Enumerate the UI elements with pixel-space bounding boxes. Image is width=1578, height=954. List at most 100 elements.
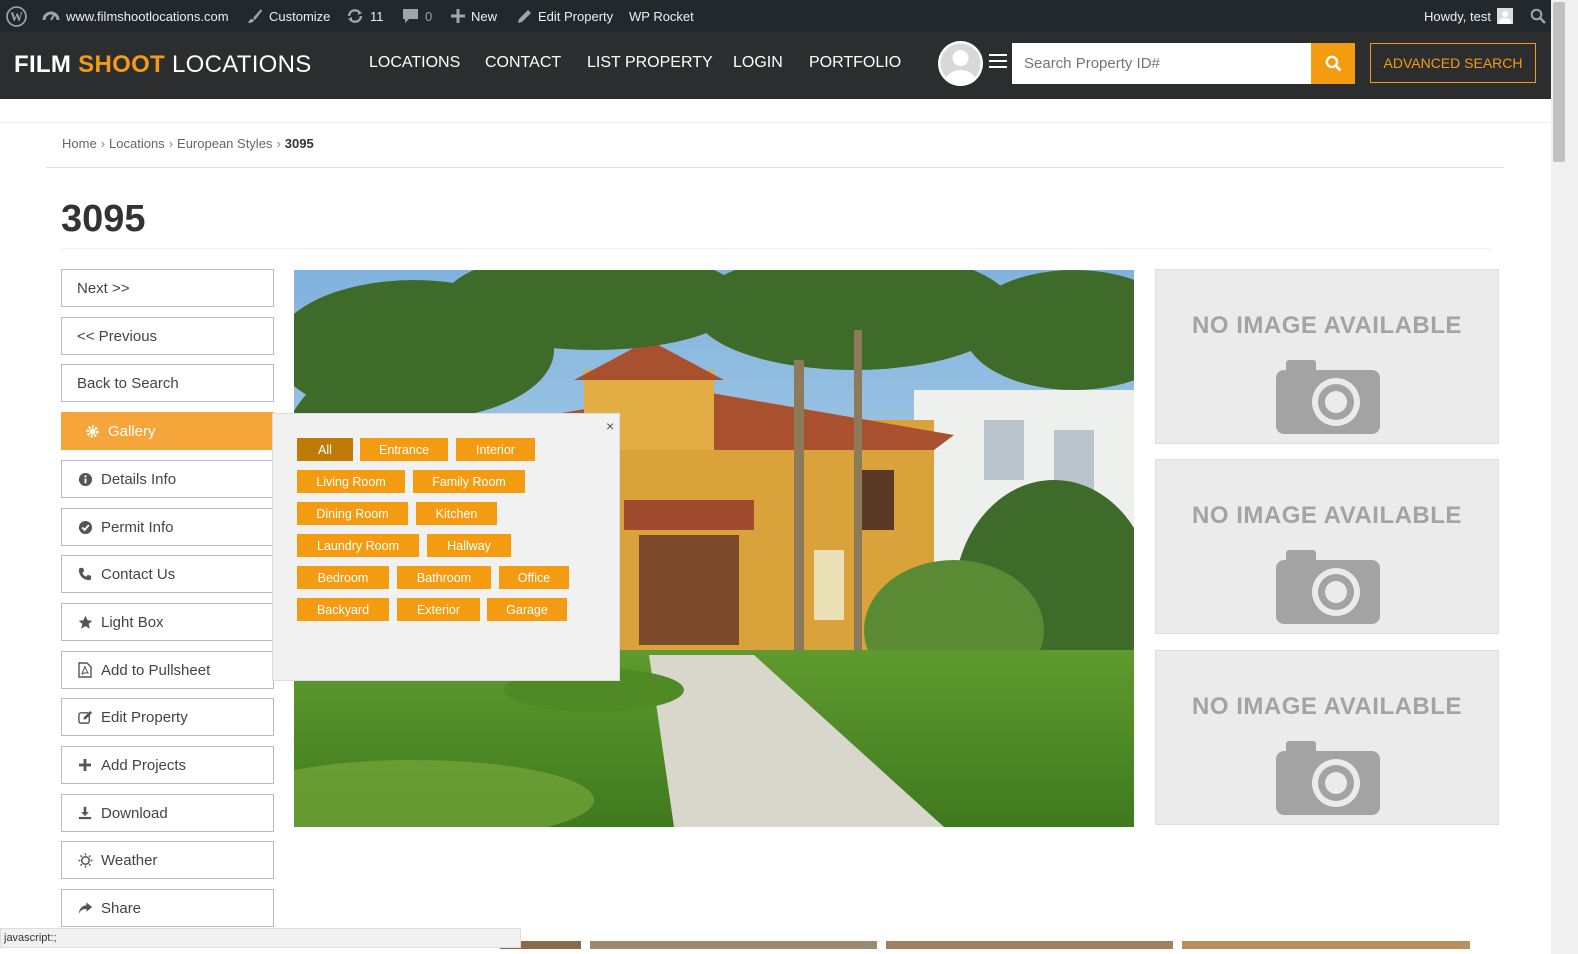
- camera-icon: [1276, 550, 1380, 624]
- nav-contact[interactable]: CONTACT: [485, 54, 561, 72]
- download-icon: [77, 805, 93, 821]
- breadcrumb-home[interactable]: Home: [62, 136, 97, 151]
- add-to-pullsheet-label: Add to Pullsheet: [101, 661, 211, 679]
- breadcrumb-current: 3095: [284, 136, 314, 151]
- edit-property-button[interactable]: Edit Property: [61, 698, 274, 736]
- previous-button[interactable]: << Previous: [61, 317, 274, 355]
- gallery-tag-family-room[interactable]: Family Room: [413, 470, 525, 493]
- customize-label[interactable]: Customize: [269, 9, 330, 24]
- search-icon: [1325, 55, 1341, 72]
- previous-label: << Previous: [77, 327, 158, 345]
- gallery-tag-dining-room[interactable]: Dining Room: [297, 502, 408, 525]
- gallery-tag-all[interactable]: All: [297, 438, 353, 461]
- logo-film: FILM: [14, 51, 72, 78]
- site-url[interactable]: www.filmshootlocations.com: [66, 9, 229, 24]
- gallery-tag-bathroom[interactable]: Bathroom: [397, 566, 491, 589]
- details-info-button[interactable]: Details Info: [61, 460, 274, 498]
- close-icon[interactable]: ×: [606, 418, 614, 434]
- comments-count: 0: [425, 8, 433, 24]
- phone-icon: [77, 566, 93, 582]
- pdf-file-icon: [77, 662, 93, 678]
- breadcrumb: Home › Locations › European Styles › 3095: [62, 136, 314, 151]
- site-link[interactable]: www.filmshootlocations.com: [42, 0, 229, 32]
- wp-rocket-label[interactable]: WP Rocket: [629, 9, 694, 24]
- account-menu[interactable]: Howdy, test: [1424, 0, 1513, 32]
- gallery-filter-popup: × All Entrance Interior Living Room Fami…: [272, 413, 620, 681]
- site-header: FILM SHOOT LOCATIONS LOCATIONS CONTACT L…: [0, 32, 1551, 99]
- advanced-search-button[interactable]: ADVANCED SEARCH: [1370, 43, 1536, 83]
- wp-rocket-link[interactable]: WP Rocket: [629, 0, 694, 32]
- gallery-tag-backyard[interactable]: Backyard: [297, 598, 389, 621]
- edit-property-label[interactable]: Edit Property: [538, 9, 613, 24]
- edit-property-link[interactable]: Edit Property: [517, 0, 613, 32]
- site-logo[interactable]: FILM SHOOT LOCATIONS: [14, 51, 312, 79]
- gallery-tag-laundry-room[interactable]: Laundry Room: [297, 534, 419, 557]
- thumbnail-placeholder[interactable]: NO IMAGE AVAILABLE: [1155, 650, 1499, 825]
- gallery-label: Gallery: [108, 422, 156, 440]
- gallery-tag-entrance[interactable]: Entrance: [360, 438, 448, 461]
- property-search-input[interactable]: [1012, 43, 1311, 84]
- back-to-search-button[interactable]: Back to Search: [61, 364, 274, 402]
- gallery-tag-exterior[interactable]: Exterior: [397, 598, 480, 621]
- brush-icon: [248, 9, 262, 23]
- comment-icon: [403, 9, 418, 23]
- no-image-text: NO IMAGE AVAILABLE: [1192, 502, 1462, 529]
- scrollbar-thumb[interactable]: [1553, 2, 1565, 162]
- nav-locations[interactable]: LOCATIONS: [369, 54, 460, 72]
- weather-label: Weather: [101, 851, 158, 869]
- breadcrumb-locations[interactable]: Locations: [109, 136, 165, 151]
- new-link[interactable]: New: [451, 0, 497, 32]
- share-button[interactable]: Share: [61, 889, 274, 927]
- page-title: 3095: [61, 198, 146, 240]
- permit-info-button[interactable]: Permit Info: [61, 508, 274, 546]
- download-button[interactable]: Download: [61, 794, 274, 832]
- sun-icon: [77, 852, 93, 868]
- gallery-tag-kitchen[interactable]: Kitchen: [416, 502, 497, 525]
- contact-us-button[interactable]: Contact Us: [61, 555, 274, 593]
- light-box-button[interactable]: Light Box: [61, 603, 274, 641]
- gallery-thumbnail[interactable]: [590, 941, 877, 949]
- new-label[interactable]: New: [471, 9, 497, 24]
- breadcrumb-european-styles[interactable]: European Styles: [177, 136, 272, 151]
- gallery-tag-interior[interactable]: Interior: [456, 438, 535, 461]
- wordpress-logo-icon[interactable]: W: [6, 0, 33, 32]
- gallery-tag-garage[interactable]: Garage: [487, 598, 567, 621]
- star-icon: [77, 614, 93, 630]
- search-button[interactable]: [1311, 43, 1355, 84]
- thumbnail-placeholder[interactable]: NO IMAGE AVAILABLE: [1155, 459, 1499, 634]
- gallery-tag-office[interactable]: Office: [499, 566, 569, 589]
- no-image-text: NO IMAGE AVAILABLE: [1192, 312, 1462, 339]
- weather-button[interactable]: Weather: [61, 841, 274, 879]
- breadcrumb-divider: [46, 167, 1504, 168]
- customize-link[interactable]: Customize: [247, 0, 330, 32]
- pencil-icon: [518, 9, 531, 23]
- gallery-button[interactable]: Gallery: [61, 412, 274, 450]
- nav-portfolio[interactable]: PORTFOLIO: [809, 54, 901, 72]
- title-divider: [62, 248, 1490, 249]
- edit-property-label: Edit Property: [101, 708, 188, 726]
- contact-us-label: Contact Us: [101, 565, 176, 583]
- thumbnail-placeholder[interactable]: NO IMAGE AVAILABLE: [1155, 269, 1499, 444]
- greeting[interactable]: Howdy, test: [1424, 9, 1491, 24]
- admin-search-icon[interactable]: [1530, 0, 1552, 32]
- updates-count: 11: [370, 8, 384, 24]
- menu-hamburger-icon[interactable]: [989, 54, 1007, 68]
- comments-link[interactable]: 0: [402, 0, 432, 32]
- camera-icon: [1276, 360, 1380, 434]
- gallery-thumbnail[interactable]: [886, 941, 1173, 949]
- next-label: Next >>: [77, 279, 130, 297]
- gallery-tag-living-room[interactable]: Living Room: [297, 470, 405, 493]
- gallery-tag-hallway[interactable]: Hallway: [427, 534, 511, 557]
- wp-admin-bar: W www.filmshootlocations.com Customize 1…: [0, 0, 1578, 32]
- nav-login[interactable]: LOGIN: [733, 54, 783, 72]
- gallery-tag-bedroom[interactable]: Bedroom: [297, 566, 389, 589]
- user-avatar[interactable]: [938, 41, 983, 86]
- add-projects-button[interactable]: Add Projects: [61, 746, 274, 784]
- nav-list-property[interactable]: LIST PROPERTY: [587, 54, 713, 72]
- gallery-thumbnail[interactable]: [1182, 941, 1470, 949]
- add-to-pullsheet-button[interactable]: Add to Pullsheet: [61, 651, 274, 689]
- next-button[interactable]: Next >>: [61, 269, 274, 307]
- updates-link[interactable]: 11: [346, 0, 384, 32]
- dashboard-icon: [42, 11, 60, 21]
- info-icon: [77, 471, 93, 487]
